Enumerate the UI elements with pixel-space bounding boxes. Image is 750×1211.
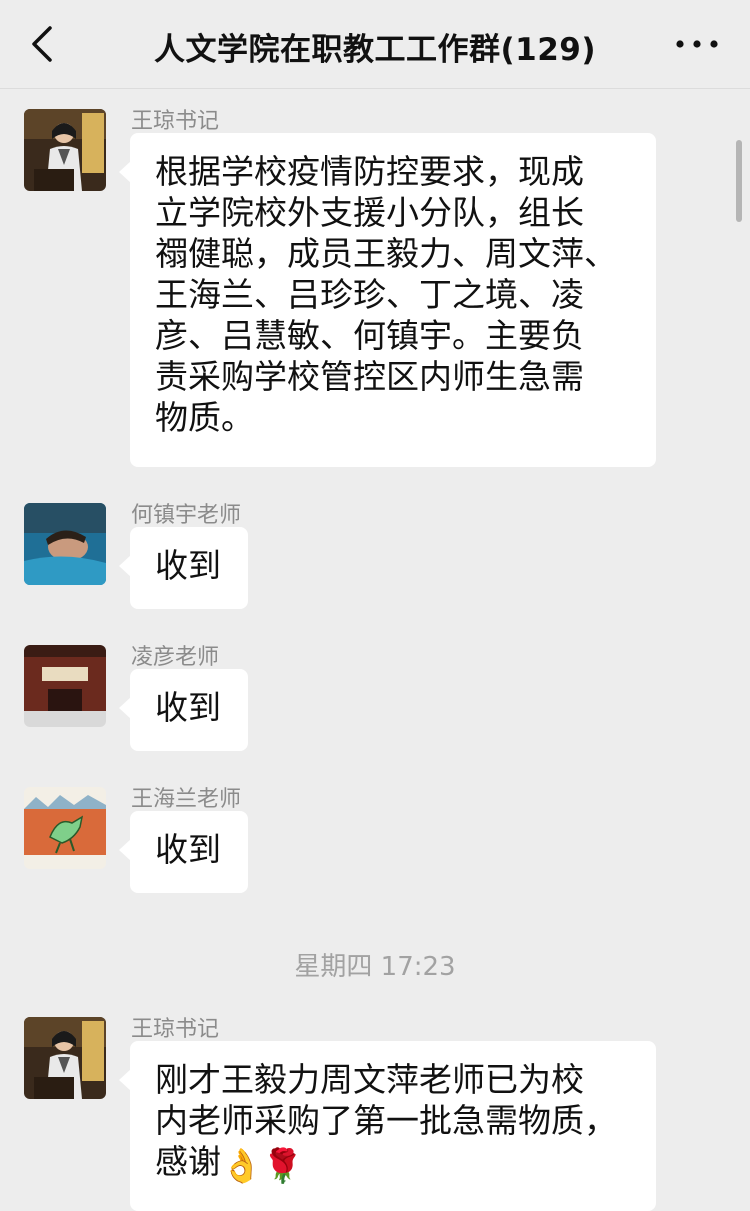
avatar-drawing	[24, 787, 106, 869]
scrollbar[interactable]	[736, 140, 742, 222]
message-line: 禤健聪，成员王毅力、周文萍、	[155, 234, 617, 273]
message-line: 刚才王毅力周文萍老师已为校	[155, 1060, 584, 1099]
message-bubble[interactable]: 根据学校疫情防控要求，现成 立学院校外支援小分队，组长 禤健聪，成员王毅力、周文…	[119, 133, 656, 467]
message-line: 物质。	[155, 398, 254, 437]
sender-name: 何镇宇老师	[131, 503, 242, 528]
ok-hand-emoji-icon: 👌	[221, 1146, 263, 1185]
more-dots-icon	[676, 40, 718, 48]
message-line: 彦、吕慧敏、何镇宇。主要负	[155, 316, 584, 355]
avatar[interactable]	[24, 1017, 106, 1099]
sender-name: 王琼书记	[131, 1017, 220, 1042]
message-bubble[interactable]: 刚才王毅力周文萍老师已为校 内老师采购了第一批急需物质， 感谢👌🌹	[119, 1041, 656, 1211]
message-line: 责采购学校管控区内师生急需	[155, 357, 584, 396]
sender-name: 王琼书记	[131, 109, 220, 134]
sender-name: 王海兰老师	[131, 787, 242, 812]
message-line: 内老师采购了第一批急需物质，	[155, 1101, 617, 1140]
message-line: 王海兰、吕珍珍、丁之境、凌	[155, 275, 584, 314]
avatar-sleeping-photo	[24, 503, 106, 585]
sender-name: 凌彦老师	[131, 645, 220, 670]
message-line: 立学院校外支援小分队，组长	[155, 193, 584, 232]
message-text: 收到	[155, 688, 221, 727]
message-text: 收到	[155, 546, 221, 585]
message-line: 感谢👌🌹	[155, 1141, 632, 1186]
timestamp-divider: 星期四 17:23	[294, 952, 456, 982]
message-line-text: 感谢	[155, 1142, 221, 1181]
chat-header: 人文学院在职教工工作群(129)	[0, 0, 750, 89]
rose-emoji-icon: 🌹	[262, 1146, 304, 1185]
avatar-person-photo	[24, 109, 106, 191]
message-bubble[interactable]: 收到	[119, 527, 248, 609]
avatar[interactable]	[24, 109, 106, 191]
avatar-person-photo	[24, 1017, 106, 1099]
chat-title: 人文学院在职教工工作群(129)	[153, 32, 597, 68]
message-bubble[interactable]: 收到	[119, 811, 248, 893]
message-bubble[interactable]: 收到	[119, 669, 248, 751]
message-text: 收到	[155, 830, 221, 869]
avatar-building-photo	[24, 645, 106, 727]
message-line: 根据学校疫情防控要求，现成	[155, 152, 584, 191]
more-options-button[interactable]	[674, 30, 720, 58]
avatar[interactable]	[24, 503, 106, 585]
avatar[interactable]	[24, 787, 106, 869]
avatar[interactable]	[24, 645, 106, 727]
